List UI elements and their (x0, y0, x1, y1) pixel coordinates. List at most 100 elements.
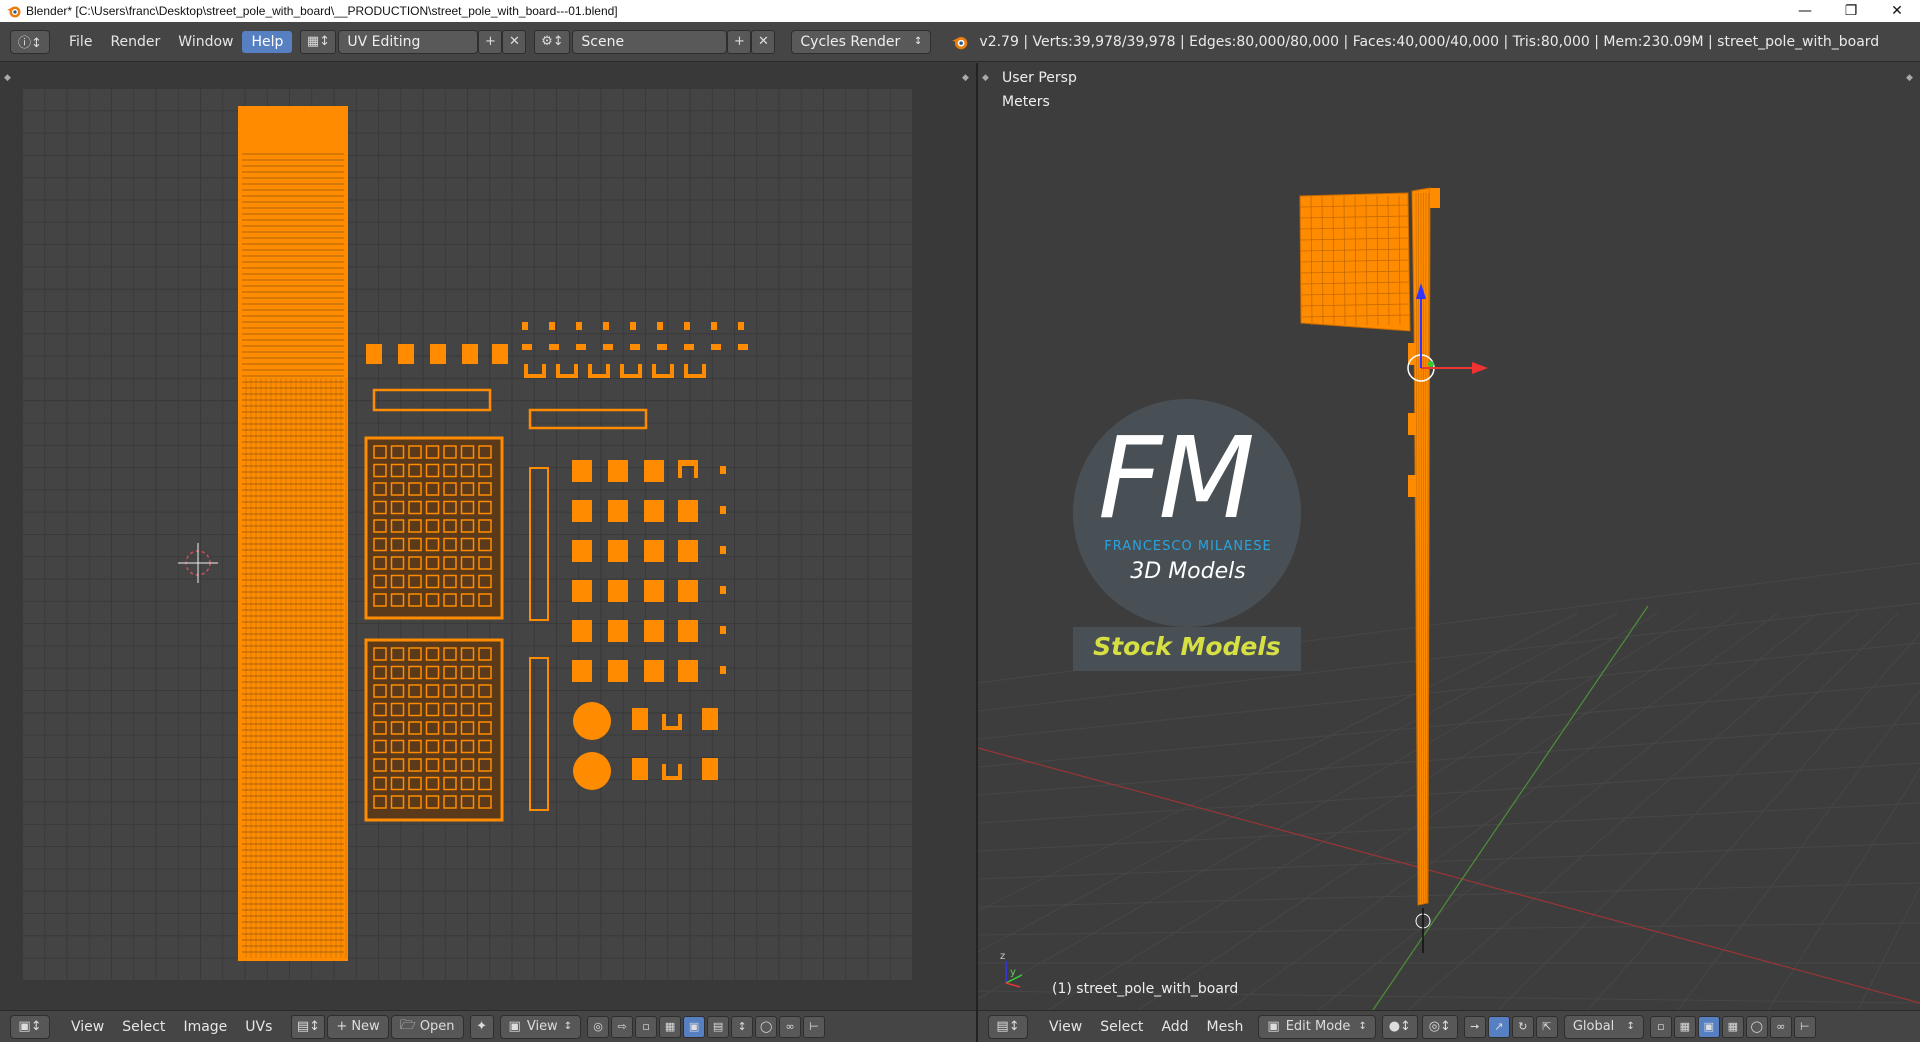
sync-selection-icon[interactable]: ⇨ (611, 1015, 634, 1038)
menu-window[interactable]: Window (169, 31, 242, 53)
vertex-select-icon[interactable]: ▫ (635, 1015, 658, 1038)
rotate-icon[interactable]: ↻ (1511, 1015, 1534, 1038)
window-title: Blender* [C:\Users\franc\Desktop\street_… (26, 4, 618, 18)
restore-button[interactable]: ❐ (1828, 0, 1874, 22)
uv-island-chip (492, 344, 508, 364)
proportional-edit-icon[interactable]: ◯ (1745, 1015, 1768, 1038)
uv-island-chip (720, 626, 726, 634)
uv-island-circle (573, 752, 611, 790)
y-axis-line (1372, 605, 1649, 1010)
uv-island-chip (398, 344, 414, 364)
plus-icon: + (336, 1019, 348, 1034)
face-select-icon[interactable]: ▣ (683, 1015, 706, 1038)
uv-island-bracket (588, 364, 610, 378)
uv-island-square (608, 660, 628, 682)
region-expand-icon[interactable]: ◆ (4, 73, 11, 83)
remove-scene-icon[interactable]: ✕ (751, 29, 776, 54)
shading-icon[interactable]: ●↕ (1381, 1014, 1418, 1039)
mode-dropdown[interactable]: ▣ Edit Mode ↕ (1258, 1014, 1376, 1039)
uv-island-square (608, 500, 628, 522)
pivot-icon[interactable]: ◎ (587, 1015, 610, 1038)
dropdown-arrows-icon: ↕ (1358, 1021, 1367, 1032)
mini-axis-y-label: y (1010, 967, 1016, 978)
screen-layout-field[interactable]: UV Editing (338, 29, 479, 54)
uv-island-square (608, 540, 628, 562)
uv-island-chip (720, 546, 726, 554)
sticky-mode-icon[interactable]: ↕ (731, 1015, 754, 1038)
add-screen-icon[interactable]: + (478, 29, 503, 54)
screen-layout-icon[interactable]: ▦↕ (300, 29, 337, 54)
menu-help[interactable]: Help (242, 30, 293, 53)
uv-island-chip (549, 322, 555, 330)
pole-cap (1430, 188, 1440, 208)
open-image-button[interactable]: 🗁 Open (390, 1014, 464, 1039)
uv-island-bracket (684, 364, 706, 378)
snap-icon[interactable]: ∞ (1769, 1015, 1792, 1038)
vp-menu-select[interactable]: Select (1091, 1016, 1152, 1038)
close-button[interactable]: ✕ (1874, 0, 1920, 22)
uv-island-square (572, 660, 592, 682)
main-menu: File Render Window Help (60, 30, 293, 53)
manipulator-toggle-icon[interactable]: ➙ (1463, 1015, 1486, 1038)
uv-grid-canvas[interactable] (22, 88, 912, 980)
menu-render[interactable]: Render (101, 31, 169, 53)
pole-bracket (1408, 475, 1420, 497)
edge-select-icon[interactable]: ▦ (659, 1015, 682, 1038)
editor-type-image-button[interactable]: ▣↕ (10, 1014, 50, 1039)
snap-target-icon[interactable]: ⊢ (803, 1015, 826, 1038)
uv-island-bracket (652, 364, 674, 378)
select-mode-icons: ▫ ▦ ▣ ▦ ◯ ∞ ⊢ (1649, 1015, 1816, 1038)
uv-island-chip (657, 322, 663, 330)
editor-type-info-button[interactable]: ⓘ↕ (10, 29, 50, 54)
vp-menu-mesh[interactable]: Mesh (1198, 1016, 1253, 1038)
pin-icon[interactable]: ✦ (469, 1014, 494, 1039)
watermark-stock: Stock Models (1093, 632, 1281, 661)
translate-icon[interactable]: ↗ (1487, 1015, 1510, 1038)
remove-screen-icon[interactable]: ✕ (502, 29, 527, 54)
view-mode-dropdown[interactable]: ▣ View ↕ (499, 1014, 582, 1039)
uv-island-chip (576, 344, 586, 350)
uv-island-thin (529, 657, 549, 811)
folder-icon: 🗁 (399, 1017, 416, 1033)
snap-icon[interactable]: ∞ (779, 1015, 802, 1038)
add-scene-icon[interactable]: + (727, 29, 752, 54)
render-engine-dropdown[interactable]: Cycles Render ↕ (791, 29, 932, 54)
vertex-mode-icon[interactable]: ▫ (1649, 1015, 1672, 1038)
uv-image-editor[interactable]: ◆ ◆ (0, 63, 976, 1010)
island-select-icon[interactable]: ▤ (707, 1015, 730, 1038)
uv-island-chip (630, 322, 636, 330)
face-mode-icon[interactable]: ▣ (1697, 1015, 1720, 1038)
occlude-geometry-icon[interactable]: ▦ (1721, 1015, 1744, 1038)
region-expand-icon[interactable]: ◆ (962, 73, 969, 83)
uv-menu-image[interactable]: Image (174, 1016, 236, 1038)
scene-icon[interactable]: ⚙↕ (534, 29, 571, 54)
orientation-dropdown[interactable]: Global ↕ (1563, 1014, 1644, 1039)
scene-field[interactable]: Scene (572, 29, 728, 54)
image-browse-icon[interactable]: ▤↕ (291, 1014, 326, 1039)
minimize-button[interactable]: — (1782, 0, 1828, 22)
uv-menu-view[interactable]: View (62, 1016, 113, 1038)
dropdown-arrows-icon: ↕ (914, 36, 923, 47)
proportional-edit-icon[interactable]: ◯ (755, 1015, 778, 1038)
menu-file[interactable]: File (60, 31, 101, 53)
snap-target-icon[interactable]: ⊢ (1793, 1015, 1816, 1038)
scale-icon[interactable]: ⇱ (1535, 1015, 1558, 1038)
edge-mode-icon[interactable]: ▦ (1673, 1015, 1696, 1038)
uv-layout[interactable] (22, 88, 912, 980)
3d-viewport[interactable]: ◆ ◆ User Persp Meters zy FM FRANCESCO MI… (978, 63, 1920, 1010)
uv-island-square (702, 758, 718, 780)
pivot-point-icon[interactable]: ◎↕ (1421, 1014, 1458, 1039)
uv-menu: View Select Image UVs (62, 1016, 281, 1038)
floor-grid-line (978, 612, 1619, 953)
uv-menu-uvs[interactable]: UVs (236, 1016, 281, 1038)
new-image-button[interactable]: + New (327, 1014, 389, 1039)
mini-axis-z-label: z (1000, 951, 1005, 962)
uv-island-square (644, 500, 664, 522)
uv-island-chip (720, 666, 726, 674)
vp-menu-view[interactable]: View (1040, 1016, 1091, 1038)
editor-type-3d-button[interactable]: ▤↕ (988, 1014, 1028, 1039)
object-label: (1) street_pole_with_board (1052, 981, 1239, 997)
blender-app: Blender* [C:\Users\franc\Desktop\street_… (0, 0, 1920, 1042)
vp-menu-add[interactable]: Add (1152, 1016, 1197, 1038)
uv-menu-select[interactable]: Select (113, 1016, 174, 1038)
